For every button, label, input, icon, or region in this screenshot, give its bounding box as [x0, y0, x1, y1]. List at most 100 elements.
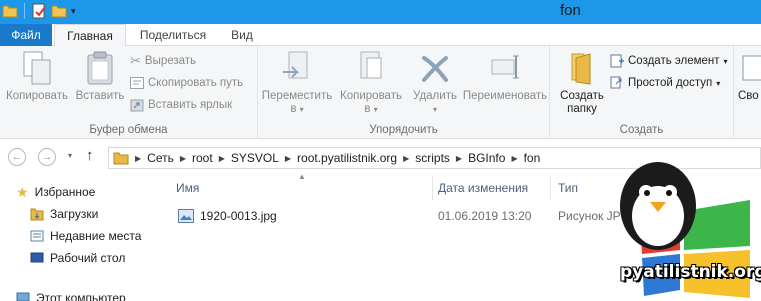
- paste-button[interactable]: Вставить: [72, 50, 128, 103]
- nav-desktop[interactable]: Рабочий стол: [30, 248, 125, 268]
- nav-recent-places[interactable]: Недавние места: [30, 226, 141, 246]
- cut-label: Вырезать: [144, 55, 197, 67]
- tab-view[interactable]: Вид: [222, 24, 262, 46]
- new-folder-icon[interactable]: [51, 3, 67, 19]
- column-header-type[interactable]: Тип: [558, 176, 578, 200]
- arrow-right-icon: →: [41, 151, 53, 163]
- nav-downloads-label: Загрузки: [50, 207, 99, 221]
- watermark-logo: pyatilistnik.org: [600, 150, 761, 301]
- breadcrumb-separator-icon[interactable]: ▶: [180, 154, 186, 163]
- breadcrumb-sysvol[interactable]: SYSVOL: [231, 151, 279, 165]
- new-item-icon: [610, 54, 624, 68]
- computer-icon: [16, 292, 30, 301]
- breadcrumb-bginfo[interactable]: BGInfo: [468, 151, 505, 165]
- clipboard-group: Копировать Вставить ✂ Вырезать Скопирова…: [0, 46, 258, 139]
- arrow-left-icon: ←: [11, 151, 23, 163]
- recent-locations-dropdown-icon[interactable]: ▾: [68, 151, 72, 160]
- image-file-icon: [178, 209, 194, 223]
- copy-path-button[interactable]: Скопировать путь: [130, 74, 243, 92]
- sort-ascending-icon: ▲: [298, 172, 306, 181]
- copy-icon: [23, 51, 51, 85]
- downloads-folder-icon: [30, 208, 44, 221]
- up-arrow-icon[interactable]: ↑: [86, 147, 94, 164]
- nav-this-pc-label: Этот компьютер: [36, 291, 126, 301]
- breadcrumb-network[interactable]: Сеть: [147, 151, 174, 165]
- delete-x-icon: [422, 56, 448, 82]
- copy-to-button[interactable]: Копировать в ▾: [336, 50, 406, 116]
- forward-button[interactable]: →: [38, 148, 56, 166]
- cut-button[interactable]: ✂ Вырезать: [130, 52, 196, 70]
- ribbon: Копировать Вставить ✂ Вырезать Скопирова…: [0, 46, 761, 139]
- paste-shortcut-label: Вставить ярлык: [148, 99, 233, 111]
- breadcrumb-separator-icon: ▶: [135, 153, 142, 163]
- easy-access-button[interactable]: Простой доступ ▾: [610, 74, 720, 92]
- new-folder-button[interactable]: Создать папку: [556, 50, 608, 116]
- recent-places-icon: [30, 230, 44, 242]
- column-header-name[interactable]: Имя: [176, 176, 199, 200]
- copy-path-icon: [130, 77, 144, 89]
- organize-group-label: Упорядочить: [369, 124, 438, 136]
- navigation-pane: ★ Избранное Загрузки Недавние места Рабо…: [0, 178, 160, 301]
- properties-button[interactable]: Сво: [738, 50, 761, 103]
- file-date: 01.06.2019 13:20: [438, 209, 532, 223]
- breadcrumb-separator-icon[interactable]: ▶: [403, 154, 409, 163]
- copy-label: Копировать: [6, 90, 68, 102]
- chevron-down-icon: ▾: [716, 78, 721, 88]
- tab-file[interactable]: Файл: [0, 24, 52, 46]
- easy-access-label: Простой доступ: [628, 77, 713, 89]
- nav-desktop-label: Рабочий стол: [50, 251, 126, 265]
- paste-label: Вставить: [75, 90, 125, 102]
- quick-access-toolbar: ▾: [2, 3, 76, 19]
- new-folder-label: Создать папку: [560, 90, 604, 115]
- nav-favorites[interactable]: ★ Избранное: [16, 182, 95, 202]
- paste-shortcut-button[interactable]: Вставить ярлык: [130, 96, 232, 114]
- copy-to-icon: [360, 51, 382, 79]
- customize-toolbar-dropdown-icon[interactable]: ▾: [71, 6, 76, 17]
- create-group-label: Создать: [619, 124, 664, 136]
- toolbar-divider: [24, 3, 25, 19]
- watermark-text: pyatilistnik.org: [620, 262, 761, 282]
- title-bar: ▾ fon: [0, 0, 761, 24]
- column-divider[interactable]: [550, 176, 551, 200]
- breadcrumb-separator-icon[interactable]: ▶: [456, 154, 462, 163]
- breadcrumb-separator-icon[interactable]: ▶: [219, 154, 225, 163]
- move-to-button[interactable]: Переместить в ▾: [260, 50, 334, 116]
- folder-icon: [113, 152, 129, 165]
- delete-button[interactable]: Удалить ▾: [410, 50, 460, 116]
- move-to-label: Переместить в ▾: [261, 90, 333, 115]
- nav-this-pc[interactable]: Этот компьютер: [16, 288, 126, 301]
- easy-access-icon: [610, 76, 622, 89]
- breadcrumb-scripts[interactable]: scripts: [415, 151, 450, 165]
- chevron-down-icon: ▾: [723, 56, 728, 66]
- new-item-label: Создать элемент: [628, 55, 720, 67]
- properties-icon: [742, 55, 761, 81]
- star-icon: ★: [16, 183, 29, 200]
- nav-favorites-label: Избранное: [34, 185, 96, 199]
- open-group: Сво: [734, 46, 761, 139]
- nav-downloads[interactable]: Загрузки: [30, 204, 98, 224]
- rename-button[interactable]: Переименовать: [460, 50, 550, 103]
- breadcrumb-root[interactable]: root: [192, 151, 213, 165]
- scissors-icon: ✂: [130, 53, 141, 68]
- column-divider[interactable]: [432, 176, 433, 200]
- ribbon-tabs: Файл Главная Поделиться Вид: [0, 24, 761, 47]
- folder-icon: [2, 5, 18, 18]
- copy-to-label: Копировать в ▾: [340, 90, 402, 115]
- move-to-icon: [283, 51, 308, 79]
- desktop-icon: [30, 252, 44, 263]
- back-button[interactable]: ←: [8, 148, 26, 166]
- rename-icon: [491, 55, 519, 79]
- create-group: Создать папку Создать элемент ▾ Простой д…: [550, 46, 734, 139]
- window-title: fon: [560, 2, 581, 19]
- tab-home[interactable]: Главная: [54, 24, 126, 47]
- folder-icon: [571, 53, 591, 85]
- breadcrumb-domain[interactable]: root.pyatilistnik.org: [297, 151, 397, 165]
- properties-icon[interactable]: [31, 3, 47, 19]
- new-item-button[interactable]: Создать элемент ▾: [610, 52, 728, 70]
- breadcrumb-fon[interactable]: fon: [524, 151, 541, 165]
- column-header-date[interactable]: Дата изменения: [438, 176, 528, 200]
- copy-button[interactable]: Копировать: [6, 50, 68, 103]
- breadcrumb-separator-icon[interactable]: ▶: [285, 154, 291, 163]
- breadcrumb-separator-icon[interactable]: ▶: [511, 154, 517, 163]
- tab-share[interactable]: Поделиться: [130, 24, 216, 46]
